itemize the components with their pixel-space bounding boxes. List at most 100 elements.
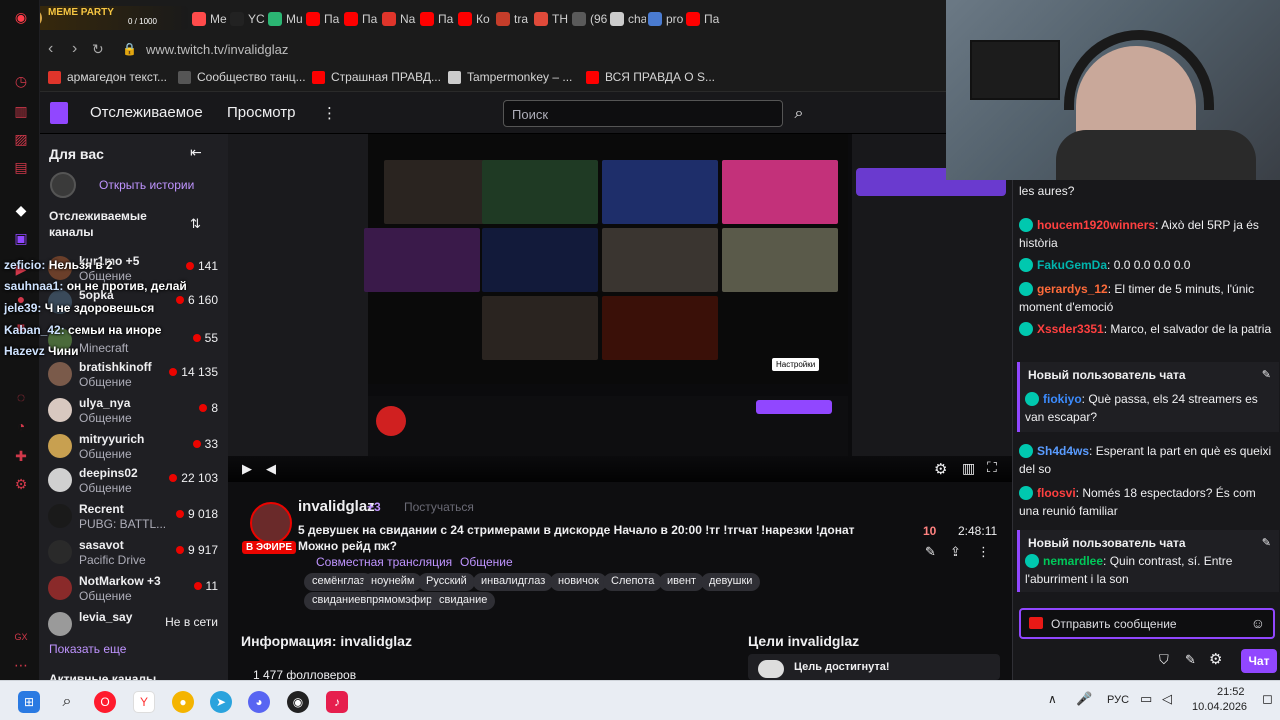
chat-input-emote-icon[interactable] [1029,617,1043,629]
browser-tab[interactable]: YC [230,8,266,30]
bookmark-item[interactable]: Страшная ПРАВД... [312,70,441,84]
start-icon[interactable]: ⊞ [18,691,40,713]
channel-name[interactable]: invalidglaz [298,498,375,515]
collapse-sidebar-icon[interactable]: ⇤ [190,144,202,161]
more-icon[interactable]: ⋯ [12,656,30,674]
sidebar-channel-item[interactable]: ulya_nya Общение 8 [48,394,224,428]
url-text[interactable]: www.twitch.tv/invalidglaz [146,42,288,57]
sidebar-channel-item[interactable]: bratishkinoff Общение 14 135 [48,358,224,392]
tiktok-icon[interactable]: ♪ [326,691,348,713]
shield-icon[interactable]: ⛉ [1159,652,1169,668]
theater-mode-icon[interactable]: ▥ [962,460,975,477]
knock-button[interactable]: Постучаться [398,499,480,515]
settings-icon[interactable]: ⚙ [934,460,947,478]
speed-dial-icon[interactable]: ◷ [12,72,30,90]
volume-icon[interactable]: ◁ [1162,691,1172,707]
pencil-icon[interactable]: ✎ [1185,652,1196,668]
sidebar-channel-item[interactable]: deepins02 Общение 22 103 [48,464,224,498]
browser-tab[interactable]: Ко [458,8,494,30]
puzzle-icon[interactable]: ✚ [12,447,30,465]
mute-icon[interactable]: ◀ [266,461,276,477]
stream-tag[interactable]: свидание [431,592,496,610]
shared-stream-link[interactable]: Совместная трансляция [316,555,452,569]
emoji-icon[interactable]: ☺ [1251,615,1265,631]
sidebar-channel-item[interactable]: mitryyurich Общение 33 [48,430,224,464]
clock-time[interactable]: 21:52 [1217,686,1245,698]
video-player[interactable]: Настройки ▶ ◀ ⚙ ▥ ⛶ [228,134,1012,482]
browser-tab[interactable]: TH [534,8,570,30]
stream-tag[interactable]: девушки [701,573,761,591]
browser-tab[interactable]: Na [382,8,418,30]
browser-tab[interactable]: (96 [572,8,608,30]
chrome-icon[interactable]: ● [172,691,194,713]
bookmark-item[interactable]: Tampermonkey – ... [448,70,572,84]
stream-tag[interactable]: инвалидглаз [473,573,554,591]
more-options-icon[interactable]: ⋮ [977,544,990,560]
bookmark-item[interactable]: армагедон текст... [48,70,167,84]
twitch-panel-icon[interactable]: ▨ [12,130,30,148]
stream-tag[interactable]: ивент [659,573,705,591]
browser-tab[interactable]: Me [192,8,228,30]
chat-username[interactable]: Xssder3351 [1037,322,1104,336]
chat-send-button[interactable]: Чат [1241,649,1277,673]
telegram-icon[interactable]: ➤ [210,691,232,713]
forward-icon[interactable]: › [72,40,77,58]
meme-party-widget[interactable]: MEME PARTY 0 / 1000 [20,6,188,30]
notifications-icon[interactable]: ◻ [1262,691,1273,707]
browser-tab[interactable]: Па [344,8,380,30]
reload-icon[interactable]: ↻ [92,41,104,58]
tray-chevron-icon[interactable]: ∧ [1048,692,1057,706]
search-icon[interactable]: ⌕ [56,691,78,713]
twitch-icon[interactable]: ▣ [12,229,30,247]
extension-icon[interactable]: ▥ [12,102,30,120]
stream-tag[interactable]: Слепота [603,573,663,591]
search-input[interactable]: Поиск [503,100,783,127]
settings-icon[interactable]: ⚙ [12,475,30,493]
nav-more-icon[interactable]: ⋮ [322,104,337,122]
play-icon[interactable]: ▶ [242,461,252,477]
obs-icon[interactable]: ◉ [287,691,309,713]
stream-tag[interactable]: ноунейм [363,573,423,591]
back-icon[interactable]: ‹ [48,40,53,58]
stream-tag[interactable]: свиданиевпрямомэфире [304,592,447,610]
dismiss-icon[interactable]: ✎ [1262,368,1271,381]
messenger-icon[interactable]: ▤ [12,158,30,176]
sidebar-channel-item[interactable]: NotMarkow +3 Общение 11 [48,572,224,606]
browser-tab[interactable]: cha [610,8,646,30]
language-indicator[interactable]: РУС [1107,694,1129,706]
chat-username[interactable]: fiokiyo [1043,392,1082,406]
microphone-icon[interactable]: 🎤 [1076,691,1092,707]
channel-avatar[interactable] [250,502,292,544]
category-link[interactable]: Общение [460,555,513,569]
browser-tab[interactable]: Mu [268,8,304,30]
browser-tab[interactable]: Па [420,8,456,30]
sort-icon[interactable]: ⇅ [190,216,201,232]
chat-username[interactable]: houcem1920winners [1037,218,1155,232]
gx-icon[interactable]: GX [12,628,30,646]
chat-username[interactable]: floosvi [1037,486,1076,500]
bookmark-item[interactable]: Сообщество танц... [178,70,306,84]
yandex-icon[interactable]: Y [133,691,155,713]
mail-icon[interactable]: ◆ [12,201,30,219]
opera-icon[interactable]: O [94,691,116,713]
stories-avatar[interactable] [50,172,76,198]
chat-username[interactable]: nemardlee [1043,554,1103,568]
history-icon[interactable]: ◌ [12,388,30,406]
sidebar-channel-item[interactable]: sasavot Pacific Drive 9 917 [48,536,224,570]
chat-username[interactable]: FakuGemDa [1037,258,1107,272]
clock-icon[interactable]: ◔ [12,417,30,435]
chat-settings-icon[interactable]: ⚙ [1209,650,1222,668]
browser-tab[interactable]: tra [496,8,532,30]
browser-tab[interactable]: pro [648,8,684,30]
sidebar-channel-item[interactable]: levia_say Не в сети [48,608,224,642]
share-icon[interactable]: ⇪ [950,544,961,560]
clock-date[interactable]: 10.04.2026 [1192,701,1247,713]
sidebar-channel-item[interactable]: Recrent PUBG: BATTL... 9 018 [48,500,224,534]
nav-browse[interactable]: Просмотр [227,104,296,121]
chat-input[interactable]: Отправить сообщение ☺ [1019,608,1275,639]
browser-tab[interactable]: Па [686,8,722,30]
browser-tab[interactable]: Па [306,8,342,30]
opera-logo-icon[interactable]: ◉ [12,8,30,26]
dismiss-icon[interactable]: ✎ [1262,536,1271,549]
search-icon[interactable]: ⌕ [786,100,812,127]
